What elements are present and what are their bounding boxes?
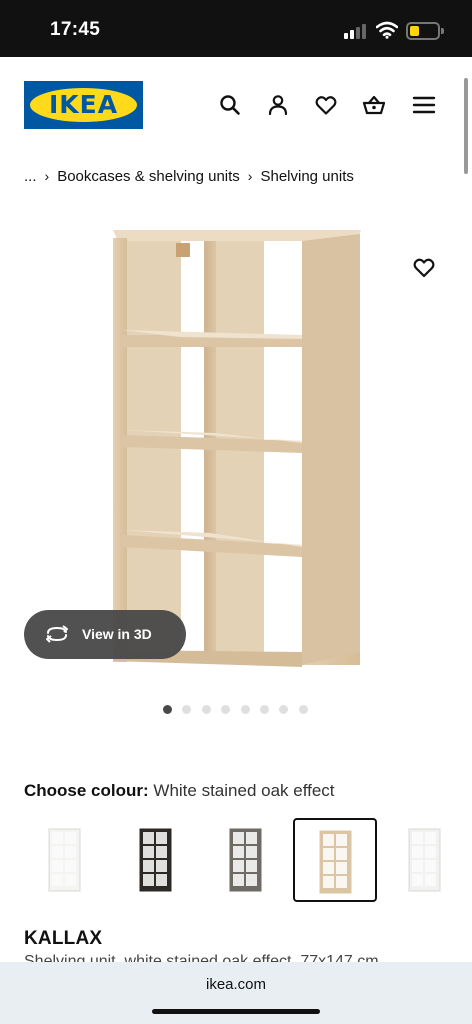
- colour-swatch-black-brown[interactable]: [115, 818, 199, 902]
- logo-text: IKEA: [48, 90, 119, 119]
- carousel-dot[interactable]: [260, 705, 269, 714]
- choose-colour-heading: Choose colour:: [24, 781, 149, 800]
- colour-chooser-label: Choose colour: White stained oak effect: [24, 781, 335, 801]
- view-in-3d-label: View in 3D: [82, 626, 152, 642]
- selected-colour-value: White stained oak effect: [153, 781, 335, 800]
- rotate-3d-icon: [46, 625, 68, 643]
- carousel-dot[interactable]: [163, 705, 172, 714]
- favourites-icon[interactable]: [314, 93, 338, 117]
- carousel-dot[interactable]: [201, 705, 211, 714]
- carousel-dot[interactable]: [240, 705, 250, 714]
- product-name: KALLAX: [24, 928, 103, 949]
- breadcrumb-ellipsis[interactable]: ...: [24, 168, 37, 185]
- account-icon[interactable]: [266, 93, 290, 117]
- colour-swatch-white-2[interactable]: [384, 818, 468, 902]
- search-icon[interactable]: [218, 93, 242, 117]
- colour-swatch-grey-effect[interactable]: [205, 818, 289, 902]
- colour-swatches: [0, 818, 472, 906]
- ikea-logo[interactable]: IKEA: [24, 81, 143, 129]
- site-header: IKEA: [0, 57, 472, 152]
- breadcrumb-item-bookcases[interactable]: Bookcases & shelving units: [57, 168, 240, 185]
- status-bar: 17:45: [0, 0, 472, 57]
- carousel-dot[interactable]: [279, 705, 289, 714]
- breadcrumb: ... › Bookcases & shelving units › Shelving …: [24, 168, 354, 185]
- page-scroll-indicator[interactable]: [464, 78, 468, 174]
- carousel-dot[interactable]: [182, 705, 192, 714]
- colour-swatch-white[interactable]: [24, 818, 108, 902]
- wifi-icon: [376, 21, 398, 39]
- breadcrumb-separator-icon: ›: [44, 168, 50, 184]
- breadcrumb-separator-icon: ›: [247, 168, 253, 184]
- view-in-3d-button[interactable]: View in 3D: [24, 610, 186, 659]
- carousel-dot[interactable]: [221, 705, 231, 714]
- carousel-dot[interactable]: [298, 705, 308, 714]
- shopping-bag-icon[interactable]: [362, 93, 386, 117]
- status-time: 17:45: [50, 19, 101, 40]
- url-text: ikea.com: [205, 976, 267, 993]
- browser-url-bar[interactable]: ikea.com: [0, 962, 472, 1024]
- add-to-favourites-icon[interactable]: [412, 256, 436, 278]
- breadcrumb-item-shelving-units[interactable]: Shelving units: [260, 168, 353, 185]
- menu-icon[interactable]: [412, 93, 436, 117]
- home-indicator[interactable]: [152, 1009, 320, 1014]
- battery-icon: [406, 22, 444, 40]
- cellular-signal-icon: [344, 23, 370, 39]
- colour-swatch-white-stained-oak[interactable]: [293, 818, 377, 902]
